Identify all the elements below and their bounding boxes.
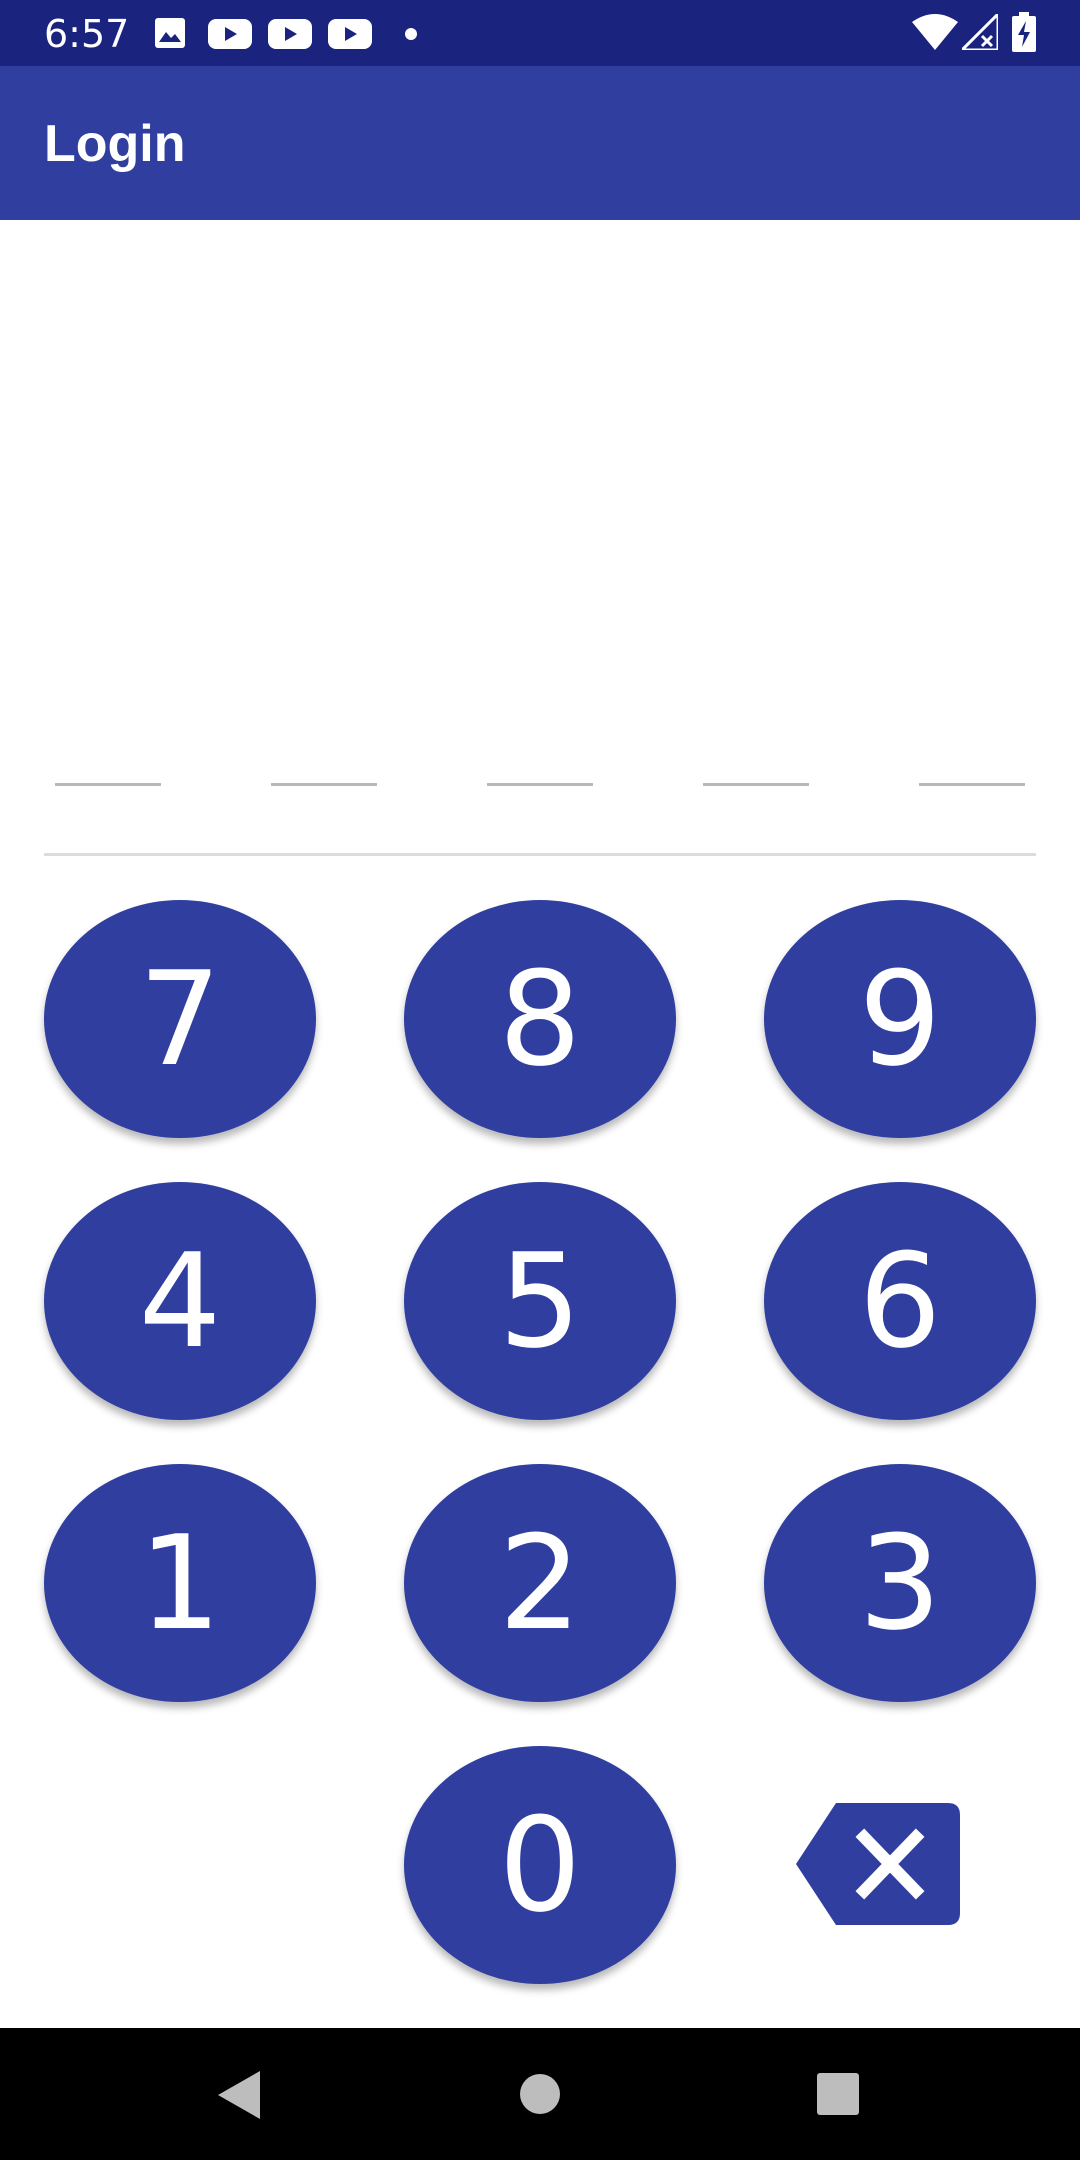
key-2[interactable]: 2: [404, 1464, 676, 1702]
divider: [44, 853, 1036, 856]
pin-slot: [271, 783, 377, 786]
status-bar: 6:57: [0, 0, 1080, 66]
pin-slot: [55, 783, 161, 786]
back-icon[interactable]: [218, 2071, 260, 2124]
page-title: Login: [44, 115, 186, 173]
pin-slot: [703, 783, 809, 786]
key-7[interactable]: 7: [44, 900, 316, 1138]
navigation-bar: [0, 2028, 1080, 2160]
key-6[interactable]: 6: [764, 1182, 1036, 1420]
youtube-icon: [208, 19, 252, 54]
key-8[interactable]: 8: [404, 900, 676, 1138]
pin-slot: [919, 783, 1025, 786]
key-0[interactable]: 0: [404, 1746, 676, 1984]
image-icon: [154, 17, 186, 54]
battery-charging-icon: [1012, 12, 1036, 57]
signal-icon: [958, 10, 1000, 55]
key-9[interactable]: 9: [764, 900, 1036, 1138]
backspace-button[interactable]: [796, 1803, 960, 1925]
backspace-icon: [796, 1803, 960, 1929]
home-icon[interactable]: [520, 2074, 560, 2119]
app-bar: Login: [0, 66, 1080, 220]
key-1[interactable]: 1: [44, 1464, 316, 1702]
recents-icon[interactable]: [817, 2073, 859, 2120]
key-3[interactable]: 3: [764, 1464, 1036, 1702]
pin-slot: [487, 783, 593, 786]
dot-icon: [405, 27, 417, 45]
youtube-icon: [268, 19, 312, 54]
key-5[interactable]: 5: [404, 1182, 676, 1420]
key-4[interactable]: 4: [44, 1182, 316, 1420]
youtube-icon: [328, 19, 372, 54]
wifi-icon: [912, 14, 958, 55]
status-time: 6:57: [44, 12, 130, 56]
